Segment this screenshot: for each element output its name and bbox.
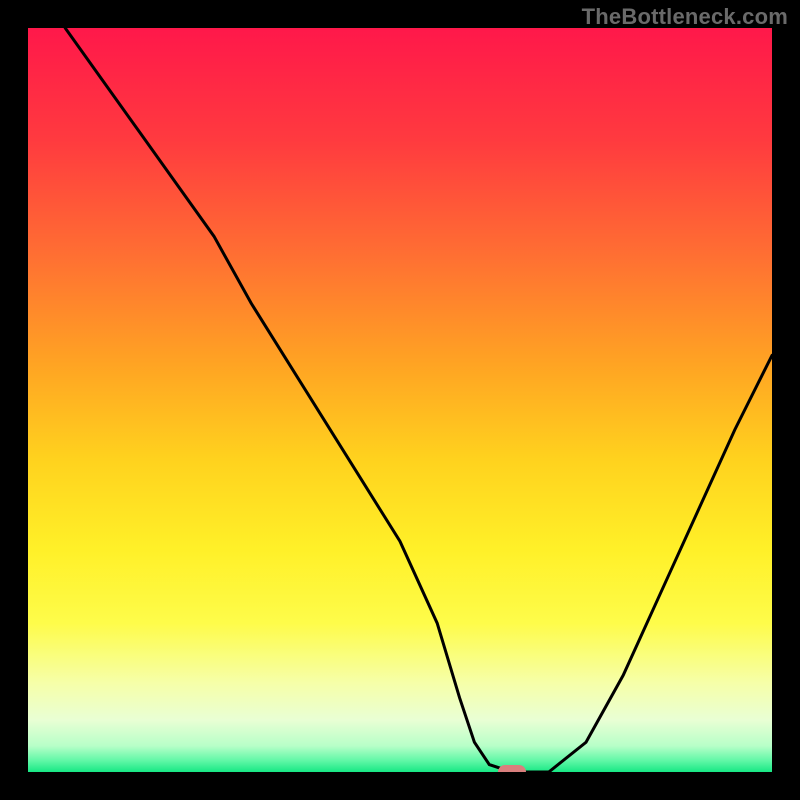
watermark-text: TheBottleneck.com [582, 4, 788, 30]
optimal-point-marker [498, 765, 526, 772]
plot-area [28, 28, 772, 772]
bottleneck-curve [28, 28, 772, 772]
chart-frame: TheBottleneck.com [0, 0, 800, 800]
